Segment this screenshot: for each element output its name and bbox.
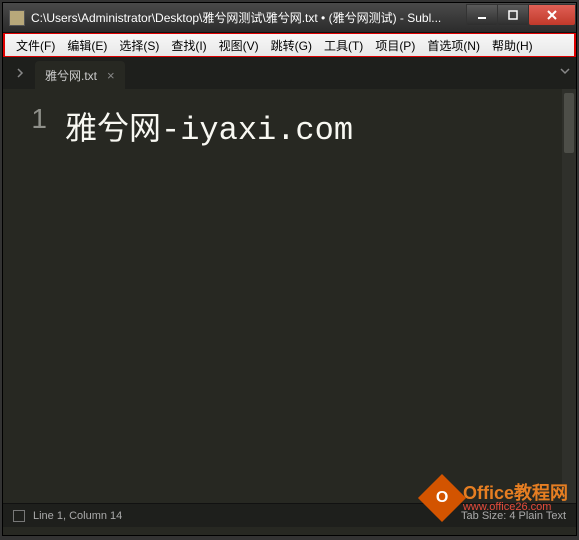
app-icon [9, 10, 25, 26]
menubar: 文件(F) 编辑(E) 选择(S) 查找(I) 视图(V) 跳转(G) 工具(T… [3, 33, 576, 57]
tab-file[interactable]: 雅兮网.txt × [35, 61, 125, 89]
code-content[interactable]: 雅兮网-iyaxi.com [59, 89, 576, 503]
cursor-position: Line 1, Column 14 [33, 510, 122, 522]
scrollbar-thumb[interactable] [564, 93, 574, 153]
menu-preferences[interactable]: 首选项(N) [421, 35, 486, 56]
line-number: 1 [3, 103, 47, 135]
menu-view[interactable]: 视图(V) [213, 35, 265, 56]
status-icon[interactable] [13, 510, 25, 522]
menu-tools[interactable]: 工具(T) [318, 35, 369, 56]
close-button[interactable] [528, 4, 576, 26]
menu-goto[interactable]: 跳转(G) [265, 35, 318, 56]
menu-find[interactable]: 查找(I) [165, 35, 212, 56]
tab-label: 雅兮网.txt [45, 67, 97, 84]
titlebar: C:\Users\Administrator\Desktop\雅兮网测试\雅兮网… [3, 3, 576, 33]
menu-project[interactable]: 项目(P) [369, 35, 421, 56]
window-title: C:\Users\Administrator\Desktop\雅兮网测试\雅兮网… [31, 9, 467, 26]
status-right: Tab Size: 4 Plain Text [461, 510, 566, 522]
sidebar-toggle-icon[interactable] [9, 57, 31, 89]
menu-file[interactable]: 文件(F) [10, 35, 61, 56]
statusbar: Line 1, Column 14 Tab Size: 4 Plain Text [3, 503, 576, 527]
tabbar: 雅兮网.txt × [3, 57, 576, 89]
editor-area[interactable]: 1 雅兮网-iyaxi.com [3, 89, 576, 503]
tab-overflow-icon[interactable] [560, 63, 570, 81]
vertical-scrollbar[interactable] [562, 89, 576, 503]
line-gutter: 1 [3, 89, 59, 503]
tab-close-icon[interactable]: × [107, 68, 115, 83]
maximize-button[interactable] [497, 4, 529, 26]
menu-edit[interactable]: 编辑(E) [61, 35, 113, 56]
menu-select[interactable]: 选择(S) [113, 35, 165, 56]
menu-help[interactable]: 帮助(H) [486, 35, 539, 56]
minimize-button[interactable] [466, 4, 498, 26]
